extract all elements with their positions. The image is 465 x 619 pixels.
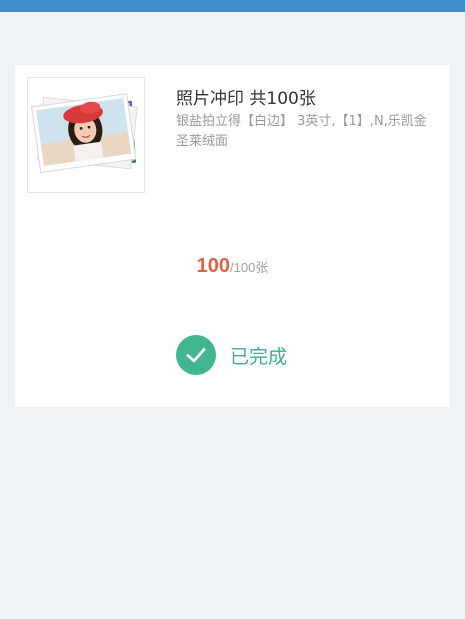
order-description: 银盐拍立得【白边】 3英寸,【1】,N,乐凯金圣莱绒面: [176, 114, 427, 149]
check-circle-icon: [176, 335, 216, 375]
product-thumbnail[interactable]: [27, 77, 145, 193]
top-bar: [0, 0, 465, 12]
status-label: 已完成: [230, 345, 288, 368]
order-title: 照片冲印 共100张: [176, 89, 316, 109]
status-completed: 已完成: [176, 335, 287, 375]
progress-current: 100: [196, 255, 231, 277]
photo-stack-image: [31, 93, 138, 173]
upload-progress: 100/100张: [15, 255, 450, 278]
order-card: 照片冲印 共100张 银盐拍立得【白边】 3英寸,【1】,N,乐凯金圣莱绒面 1…: [15, 65, 450, 407]
progress-total: 100张: [233, 260, 269, 275]
